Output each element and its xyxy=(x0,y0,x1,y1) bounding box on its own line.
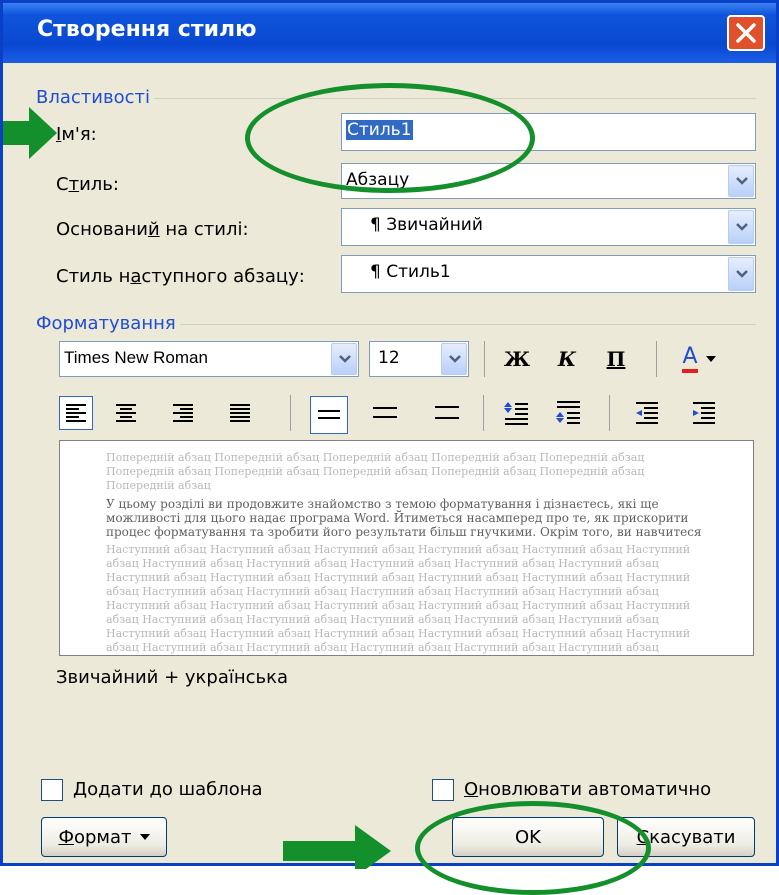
close-button[interactable] xyxy=(727,15,765,51)
format-button[interactable]: Формат xyxy=(41,817,167,857)
based-on-dropdown-button[interactable] xyxy=(728,210,754,244)
align-center-button[interactable] xyxy=(109,396,143,430)
style-type-value: Абзацу xyxy=(346,170,410,190)
properties-group-label: Властивості xyxy=(36,87,154,108)
preview-next-paragraph: Наступний абзац Наступний абзац Наступни… xyxy=(106,543,691,654)
line-spacing-onehalf-icon xyxy=(373,407,397,418)
align-justify-button[interactable] xyxy=(223,396,257,430)
underline-button[interactable]: П xyxy=(599,342,633,376)
annotation-arrow-ok xyxy=(283,825,391,869)
decrease-indent-button[interactable] xyxy=(630,396,664,430)
preview-current-paragraph: У цьому розділі ви продовжите знайомство… xyxy=(106,497,702,539)
increase-indent-icon xyxy=(693,402,715,424)
font-name-dropdown-button[interactable] xyxy=(331,343,357,375)
chevron-down-icon xyxy=(339,355,351,363)
align-left-icon xyxy=(66,404,86,422)
based-on-label: Оснований на стилі: xyxy=(56,219,249,240)
space-before-icon xyxy=(504,402,528,425)
chevron-down-icon xyxy=(449,355,461,363)
line-spacing-double-icon xyxy=(435,406,459,419)
bold-button[interactable]: Ж xyxy=(500,342,534,376)
add-to-template-label[interactable]: Додати до шаблона xyxy=(73,779,263,800)
font-name-select[interactable]: Times New Roman xyxy=(59,341,359,377)
space-after-button[interactable] xyxy=(551,396,585,430)
space-after-icon xyxy=(556,401,580,424)
font-size-value: 12 xyxy=(378,348,400,368)
font-name-value: Times New Roman xyxy=(64,348,208,367)
ok-button[interactable]: OK xyxy=(452,817,604,857)
auto-update-label[interactable]: Оновлювати автоматично xyxy=(464,779,711,800)
next-style-label: Стиль наступного абзацу: xyxy=(56,266,305,287)
add-to-template-checkbox[interactable] xyxy=(41,779,63,801)
name-label: Ім'я: xyxy=(56,124,97,145)
chevron-down-icon xyxy=(736,270,748,278)
toolbar-separator xyxy=(483,395,484,431)
toolbar-separator xyxy=(656,341,657,377)
next-style-select[interactable]: ¶ Стиль1 xyxy=(341,255,756,293)
line-spacing-double-button[interactable] xyxy=(427,396,467,430)
style-type-label: Стиль: xyxy=(56,174,119,195)
style-description: Звичайний + українська xyxy=(56,667,289,688)
auto-update-checkbox[interactable] xyxy=(432,779,454,801)
chevron-down-icon xyxy=(736,223,748,231)
align-right-button[interactable] xyxy=(166,396,200,430)
line-spacing-single-button[interactable] xyxy=(310,396,348,434)
style-type-select[interactable]: Абзацу xyxy=(341,163,756,199)
align-center-icon xyxy=(116,404,136,422)
space-before-button[interactable] xyxy=(499,396,533,430)
decrease-indent-icon xyxy=(636,402,658,424)
dialog-title: Створення стилю xyxy=(37,17,257,42)
toolbar-separator xyxy=(609,395,610,431)
font-color-letter: А xyxy=(682,345,698,373)
style-type-dropdown-button[interactable] xyxy=(728,165,754,197)
formatting-group-label: Форматування xyxy=(36,313,180,334)
line-spacing-onehalf-button[interactable] xyxy=(365,396,405,430)
preview-previous-paragraph: Попередній абзац Попередній абзац Попере… xyxy=(106,451,645,492)
based-on-value: ¶ Звичайний xyxy=(370,215,483,235)
cancel-button[interactable]: Скасувати xyxy=(617,817,755,857)
font-color-button[interactable]: А xyxy=(670,342,728,376)
annotation-arrow-name xyxy=(3,107,57,159)
align-right-icon xyxy=(173,404,193,422)
line-spacing-single-icon xyxy=(318,410,340,419)
toolbar-separator xyxy=(290,395,291,431)
align-left-button[interactable] xyxy=(59,396,93,430)
name-input[interactable]: Стиль1 xyxy=(341,113,756,151)
dropdown-triangle-icon xyxy=(139,834,150,840)
name-input-value: Стиль1 xyxy=(346,120,413,140)
create-style-dialog: Створення стилю Властивості Ім'я: Стиль1… xyxy=(0,0,779,895)
increase-indent-button[interactable] xyxy=(687,396,721,430)
toolbar-separator xyxy=(484,341,485,377)
title-bar[interactable]: Створення стилю xyxy=(3,3,776,63)
close-icon xyxy=(736,23,756,43)
align-justify-icon xyxy=(230,404,250,422)
based-on-select[interactable]: ¶ Звичайний xyxy=(341,208,756,246)
italic-button[interactable]: К xyxy=(550,342,584,376)
dropdown-triangle-icon xyxy=(705,356,716,362)
font-size-select[interactable]: 12 xyxy=(369,341,469,377)
next-style-value: ¶ Стиль1 xyxy=(370,262,451,282)
style-preview: Попередній абзац Попередній абзац Попере… xyxy=(59,440,754,656)
font-size-dropdown-button[interactable] xyxy=(441,343,467,375)
next-style-dropdown-button[interactable] xyxy=(728,257,754,291)
chevron-down-icon xyxy=(736,177,748,185)
